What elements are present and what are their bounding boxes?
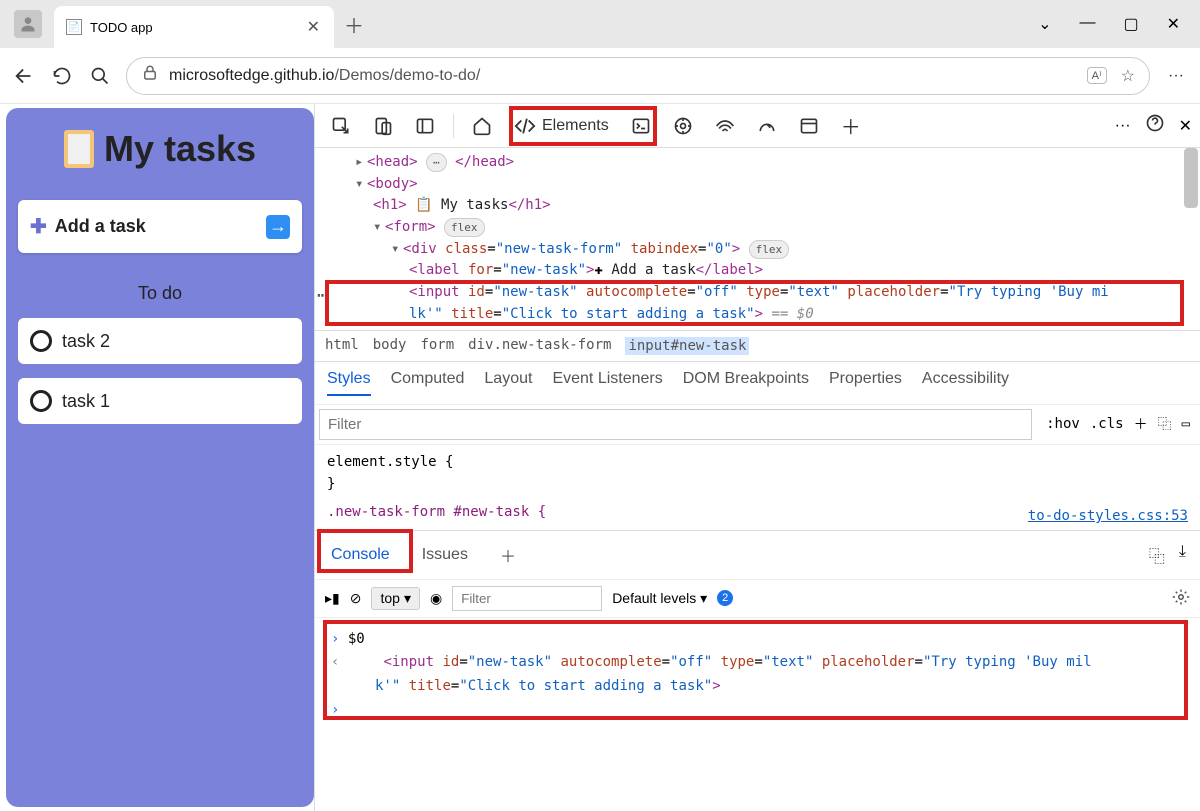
console-tab[interactable]: Console — [319, 538, 402, 572]
device-toolbar-icon[interactable] — [365, 110, 401, 142]
devtools-tabbar: Elements ＋ ··· ✕ — [315, 104, 1200, 148]
crumb-item[interactable]: form — [420, 337, 454, 355]
read-aloud-button[interactable]: A⁾ — [1087, 67, 1107, 84]
window-controls: ⌄ — ▢ ✕ — [1038, 14, 1198, 34]
issues-tab[interactable]: Issues — [410, 538, 480, 572]
styles-filter-input[interactable] — [319, 409, 1032, 440]
back-icon[interactable] — [12, 64, 36, 88]
browser-toolbar: microsoftedge.github.io/Demos/demo-to-do… — [0, 48, 1200, 104]
help-icon[interactable] — [1145, 113, 1165, 138]
styles-tabbar: Styles Computed Layout Event Listeners D… — [315, 361, 1200, 404]
console-output[interactable]: › $0 ‹<input id="new-task" autocomplete=… — [315, 618, 1200, 748]
window-titlebar: 📄 TODO app ✕ ＋ ⌄ — ▢ ✕ — [0, 0, 1200, 48]
checkbox-icon[interactable] — [30, 330, 52, 352]
add-drawer-tab-icon[interactable]: ＋ — [488, 535, 528, 575]
dom-tree[interactable]: ▸<head> ⋯ </head> ▾<body> <h1> 📋 My task… — [315, 148, 1200, 330]
task-label: task 1 — [62, 391, 110, 412]
copy-styles-icon[interactable]: ⿻ — [1158, 414, 1172, 434]
source-link[interactable]: to-do-styles.css:53 — [1028, 505, 1188, 527]
clear-console-icon[interactable]: ⊘ — [350, 590, 362, 607]
new-rule-icon[interactable]: ＋ — [1134, 414, 1148, 434]
add-task-label: Add a task — [55, 216, 146, 237]
address-bar[interactable]: microsoftedge.github.io/Demos/demo-to-do… — [126, 57, 1150, 95]
site-info-icon[interactable] — [141, 64, 159, 87]
new-tab-button[interactable]: ＋ — [344, 10, 364, 39]
maximize-icon[interactable]: ▢ — [1123, 14, 1138, 34]
highlight-selected-element — [325, 280, 1184, 326]
dom-breakpoints-tab[interactable]: DOM Breakpoints — [683, 370, 809, 396]
task-item[interactable]: task 2 — [18, 318, 302, 364]
welcome-tab-icon[interactable] — [464, 110, 500, 142]
cls-button[interactable]: .cls — [1090, 416, 1124, 432]
drawer-tabbar: Console Issues ＋ ⿻ ⤓ — [315, 530, 1200, 579]
rendered-page: My tasks ✚ Add a task → To do task 2 tas… — [6, 108, 314, 807]
crumb-item[interactable]: div.new-task-form — [468, 337, 611, 355]
network-tab-icon[interactable] — [707, 110, 743, 142]
section-heading: To do — [18, 283, 302, 304]
layout-tab[interactable]: Layout — [484, 370, 532, 396]
more-tabs-icon[interactable]: ＋ — [833, 105, 869, 146]
computed-tab[interactable]: Computed — [391, 370, 465, 396]
elements-tab[interactable]: Elements — [506, 109, 617, 143]
refresh-icon[interactable] — [50, 64, 74, 88]
console-filter-input[interactable] — [452, 586, 602, 611]
console-toolbar: ▸▮ ⊘ top ▾ ◉ Default levels ▾ 2 — [315, 579, 1200, 618]
sources-tab-icon[interactable] — [665, 110, 701, 142]
issues-badge[interactable]: 2 — [717, 590, 733, 606]
plus-icon: ✚ — [30, 214, 47, 239]
sidebar-toggle-icon[interactable]: ▸▮ — [325, 590, 340, 607]
crumb-item-selected[interactable]: input#new-task — [625, 337, 749, 355]
page-favicon: 📄 — [66, 19, 82, 35]
close-window-icon[interactable]: ✕ — [1167, 14, 1180, 34]
more-menu-icon[interactable]: ··· — [1164, 64, 1188, 88]
devtools-more-icon[interactable]: ··· — [1115, 117, 1131, 135]
task-label: task 2 — [62, 331, 110, 352]
chevron-down-icon: ▾ — [404, 590, 411, 607]
inspect-element-icon[interactable] — [323, 110, 359, 142]
crumb-item[interactable]: html — [325, 337, 359, 355]
close-tab-icon[interactable]: ✕ — [307, 17, 320, 37]
log-levels-selector[interactable]: Default levels ▾ — [612, 590, 707, 607]
styles-tab[interactable]: Styles — [327, 370, 371, 396]
submit-arrow-icon[interactable]: → — [266, 215, 290, 239]
crumb-item[interactable]: body — [373, 337, 407, 355]
application-tab-icon[interactable] — [791, 110, 827, 142]
clipboard-icon — [64, 130, 94, 168]
live-expression-icon[interactable]: ◉ — [430, 590, 442, 607]
task-item[interactable]: task 1 — [18, 378, 302, 424]
search-icon[interactable] — [88, 64, 112, 88]
browser-tab[interactable]: 📄 TODO app ✕ — [54, 6, 334, 48]
performance-tab-icon[interactable] — [749, 110, 785, 142]
console-tab-icon[interactable] — [623, 110, 659, 142]
close-devtools-icon[interactable]: ✕ — [1179, 116, 1192, 136]
context-selector[interactable]: top ▾ — [371, 587, 420, 610]
styles-rules[interactable]: element.style { } .new-task-form #new-ta… — [315, 445, 1200, 530]
checkbox-icon[interactable] — [30, 390, 52, 412]
properties-tab[interactable]: Properties — [829, 370, 902, 396]
dock-side-icon[interactable] — [407, 110, 443, 142]
devtools-panel: Elements ＋ ··· ✕ ▸<head> ⋯ </head> ▾<bod… — [314, 104, 1200, 811]
add-task-input[interactable]: ✚ Add a task → — [18, 200, 302, 253]
url-text: microsoftedge.github.io/Demos/demo-to-do… — [169, 67, 480, 85]
favorite-star-icon[interactable]: ☆ — [1121, 66, 1135, 86]
dom-breadcrumb[interactable]: html body form div.new-task-form input#n… — [315, 330, 1200, 361]
page-heading: My tasks — [18, 128, 302, 170]
chevron-down-icon[interactable]: ⌄ — [1038, 14, 1051, 34]
tab-title: TODO app — [90, 20, 299, 35]
drawer-dock-icon[interactable]: ⿻ — [1149, 543, 1165, 567]
devtools-scrollbar[interactable] — [1184, 148, 1198, 811]
event-listeners-tab[interactable]: Event Listeners — [552, 370, 662, 396]
profile-avatar[interactable] — [14, 10, 42, 38]
minimize-icon[interactable]: — — [1079, 14, 1095, 34]
accessibility-tab[interactable]: Accessibility — [922, 370, 1009, 396]
hov-button[interactable]: :hov — [1046, 416, 1080, 432]
